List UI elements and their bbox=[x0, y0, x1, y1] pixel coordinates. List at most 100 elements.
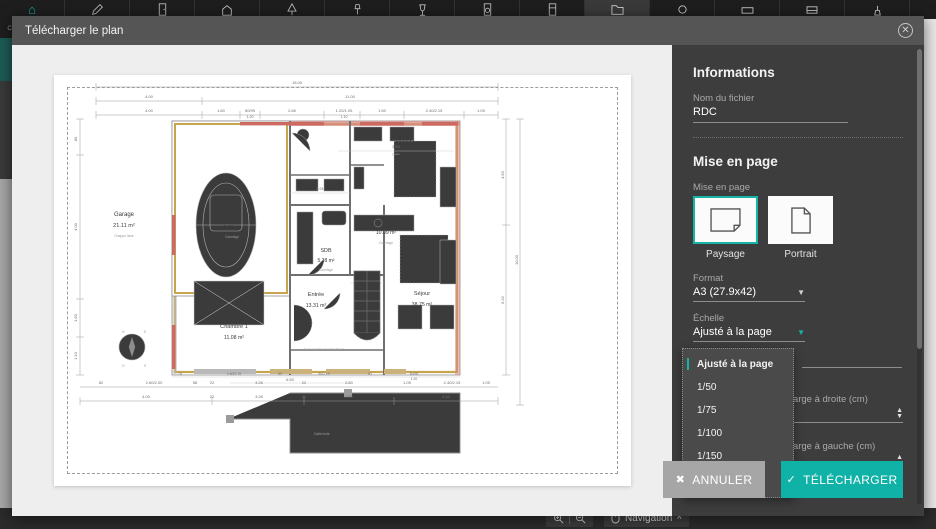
obscured-field-underline bbox=[802, 367, 902, 368]
dialog-body: 15.00 4.00 11.00 4.00 bbox=[12, 45, 924, 516]
svg-text:1.10: 1.10 bbox=[73, 351, 78, 360]
scale-option-2[interactable]: 1/75 bbox=[683, 399, 793, 422]
svg-text:4.00: 4.00 bbox=[145, 108, 154, 113]
svg-text:60/55: 60/55 bbox=[409, 372, 418, 376]
room-label-0: Garage bbox=[113, 212, 134, 218]
compass-icon: N E O S bbox=[119, 330, 147, 368]
scale-field[interactable]: Échelle Ajusté à la page ▼ bbox=[693, 313, 903, 342]
dialog-titlebar: Télécharger le plan ✕ bbox=[12, 16, 924, 45]
room-label-6: Chambre 1 bbox=[220, 324, 248, 330]
scale-option-0[interactable]: Ajusté à la page bbox=[683, 353, 793, 376]
house-icon bbox=[220, 4, 234, 16]
svg-text:1.20/1.05: 1.20/1.05 bbox=[335, 108, 352, 113]
svg-text:11.00: 11.00 bbox=[345, 94, 355, 99]
preview-paper: 15.00 4.00 11.00 4.00 bbox=[54, 75, 631, 486]
fridge-icon bbox=[547, 3, 558, 16]
svg-text:4.50: 4.50 bbox=[500, 170, 505, 179]
orientation-option-paysage[interactable]: Paysage bbox=[693, 196, 758, 260]
room-area-7: 7.39 m² bbox=[313, 422, 331, 428]
room-material-3: Carrelage bbox=[379, 241, 393, 245]
chair-icon bbox=[677, 4, 688, 15]
portrait-page-icon bbox=[790, 206, 812, 235]
room-label-1: Cellier bbox=[224, 215, 239, 221]
room-label-7: Porche bbox=[313, 411, 331, 417]
filename-input[interactable]: RDC bbox=[693, 106, 717, 118]
svg-text:1.20: 1.20 bbox=[246, 115, 253, 119]
svg-text:1.50: 1.50 bbox=[378, 108, 387, 113]
scale-value[interactable]: Ajusté à la page bbox=[693, 326, 772, 338]
svg-text:1.20: 1.20 bbox=[410, 377, 417, 381]
plant-icon bbox=[872, 4, 883, 16]
scale-option-3[interactable]: 1/100 bbox=[683, 422, 793, 445]
page-orientation-options: Paysage Portrait bbox=[693, 196, 903, 260]
floor-plan-drawing: 15.00 4.00 11.00 4.00 bbox=[54, 75, 631, 486]
svg-text:E: E bbox=[144, 330, 147, 334]
chevron-down-icon-scale[interactable]: ▼ bbox=[797, 327, 805, 338]
room-material-0: Chappe lisse bbox=[114, 234, 134, 238]
plan-preview-pane[interactable]: 15.00 4.00 11.00 4.00 bbox=[12, 45, 672, 516]
svg-text:O: O bbox=[122, 364, 125, 368]
download-button[interactable]: ✓ TÉLÉCHARGER bbox=[781, 461, 903, 498]
format-label: Format bbox=[693, 273, 903, 284]
filename-label: Nom du fichier bbox=[693, 93, 903, 104]
svg-text:22: 22 bbox=[301, 394, 306, 399]
svg-text:1.05: 1.05 bbox=[477, 108, 486, 113]
orientation-option-portrait[interactable]: Portrait bbox=[768, 196, 833, 260]
svg-text:2.91: 2.91 bbox=[316, 186, 325, 191]
room-material-1: Carrelage bbox=[225, 235, 239, 239]
svg-text:4.00: 4.00 bbox=[142, 394, 151, 399]
informations-heading: Informations bbox=[693, 65, 903, 80]
svg-text:80: 80 bbox=[73, 136, 78, 141]
cancel-button[interactable]: ✖ ANNULER bbox=[663, 461, 765, 498]
svg-text:2.40/2.15: 2.40/2.15 bbox=[425, 108, 442, 113]
svg-text:10.00: 10.00 bbox=[514, 254, 519, 265]
page-setup-field-label: Mise en page bbox=[693, 182, 903, 193]
download-button-label: TÉLÉCHARGER bbox=[803, 473, 897, 487]
logo-icon: ⌂ bbox=[28, 2, 36, 17]
room-label-3: Cuisine bbox=[376, 220, 395, 226]
svg-text:60/95: 60/95 bbox=[244, 108, 255, 113]
room-area-1: 6.93 m² bbox=[223, 225, 240, 231]
room-area-2: 5.28 m² bbox=[317, 258, 334, 264]
svg-text:3.85: 3.85 bbox=[392, 144, 401, 149]
svg-text:1.60: 1.60 bbox=[73, 313, 78, 322]
svg-text:poele: poele bbox=[392, 152, 400, 156]
room-material-2: Carrelage bbox=[319, 268, 333, 272]
svg-text:1.60: 1.60 bbox=[217, 108, 226, 113]
wine-glass-icon bbox=[417, 3, 428, 17]
landscape-page-icon bbox=[709, 207, 742, 233]
svg-text:2.80: 2.80 bbox=[345, 394, 354, 399]
plan-annotation-0: Sous escalier placard 1.62 m² bbox=[304, 347, 344, 351]
svg-text:3.26: 3.26 bbox=[255, 394, 264, 399]
washer-icon bbox=[482, 3, 493, 16]
room-area-0: 21.11 m² bbox=[113, 223, 135, 229]
svg-text:83: 83 bbox=[368, 372, 372, 376]
sofa-icon bbox=[741, 5, 754, 15]
chevron-down-icon-format[interactable]: ▼ bbox=[797, 287, 805, 298]
svg-text:22: 22 bbox=[209, 380, 214, 385]
scale-option-1[interactable]: 1/50 bbox=[683, 376, 793, 399]
svg-text:2.80: 2.80 bbox=[345, 380, 354, 385]
svg-text:22: 22 bbox=[209, 394, 214, 399]
tree-icon bbox=[286, 3, 298, 16]
margin-right-field[interactable]: Marge à droite (cm) 1 ▲▼ bbox=[785, 394, 903, 423]
close-icon[interactable]: ✕ bbox=[898, 23, 913, 38]
lamp-icon bbox=[352, 3, 363, 16]
format-field[interactable]: Format A3 (27.9x42) ▼ bbox=[693, 273, 903, 302]
panel-scrollbar-thumb[interactable] bbox=[917, 49, 922, 349]
margin-right-stepper[interactable]: ▲▼ bbox=[896, 408, 903, 419]
svg-text:N: N bbox=[122, 330, 125, 334]
format-value[interactable]: A3 (27.9x42) bbox=[693, 286, 756, 298]
svg-text:6.50: 6.50 bbox=[286, 377, 295, 382]
svg-text:4.00: 4.00 bbox=[145, 94, 154, 99]
svg-text:58: 58 bbox=[192, 380, 197, 385]
floor-plan-svg: 15.00 4.00 11.00 4.00 bbox=[54, 75, 631, 486]
filename-field[interactable]: Nom du fichier RDC bbox=[693, 93, 903, 123]
room-material-7: Dalle brute bbox=[314, 432, 330, 436]
cancel-circle-icon: ✖ bbox=[676, 473, 686, 486]
svg-text:2.40/2.15: 2.40/2.15 bbox=[443, 380, 460, 385]
folder-icon bbox=[611, 4, 624, 16]
orientation-label-paysage: Paysage bbox=[693, 249, 758, 260]
section-divider bbox=[693, 137, 903, 138]
pencil-icon bbox=[91, 3, 104, 16]
